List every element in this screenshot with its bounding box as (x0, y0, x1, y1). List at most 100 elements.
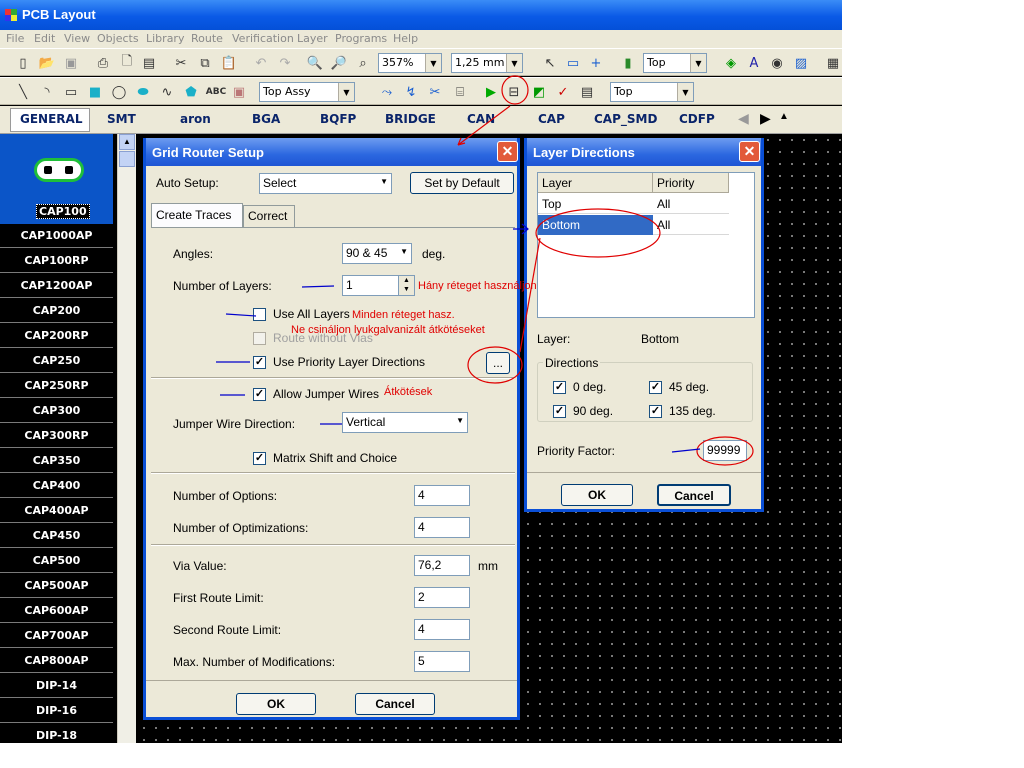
tab-scroll-left-icon[interactable]: ◀ (738, 110, 749, 127)
dir-45-checkbox[interactable]: ✓ (649, 381, 662, 394)
unroute-icon[interactable]: ✂ (426, 83, 444, 101)
dir-90-checkbox[interactable]: ✓ (553, 405, 566, 418)
options-field[interactable]: 4 (414, 485, 470, 506)
close-icon[interactable]: ✕ (739, 141, 760, 162)
component-list-item[interactable]: CAP450 (0, 524, 113, 548)
run-icon[interactable]: ▶ (482, 83, 500, 101)
filled-rectangle-icon[interactable]: ■ (86, 83, 104, 101)
via-icon[interactable]: ◉ (768, 54, 786, 72)
component-list-item[interactable]: CAP200RP (0, 324, 113, 348)
tab-can[interactable]: CAN (467, 112, 495, 126)
tab-scroll-right-icon[interactable]: ▶ (760, 110, 771, 127)
ok-button[interactable]: OK (236, 693, 316, 715)
component-list-item[interactable]: CAP500 (0, 549, 113, 573)
component-list-item[interactable]: CAP200 (0, 299, 113, 323)
erc-icon[interactable]: ▤ (578, 83, 596, 101)
set-default-button[interactable]: Set by Default (410, 172, 514, 194)
component-list-item[interactable]: CAP300RP (0, 424, 113, 448)
use-all-layers-checkbox[interactable] (253, 308, 266, 321)
tab-cap-smd[interactable]: CAP_SMD (594, 112, 657, 126)
matrix-shift-checkbox[interactable]: ✓ (253, 452, 266, 465)
table-row[interactable]: Top All (538, 194, 729, 214)
tab-general[interactable]: GENERAL (20, 112, 82, 126)
text-a-icon[interactable]: A (745, 54, 763, 72)
text-tool-icon[interactable]: ABC (205, 83, 227, 101)
tab-aron[interactable]: aron (180, 112, 211, 126)
menu-library[interactable]: Library (146, 32, 184, 45)
menu-edit[interactable]: Edit (34, 32, 55, 45)
menu-help[interactable]: Help (393, 32, 418, 45)
fill-icon[interactable]: ▨ (792, 54, 810, 72)
polygon-icon[interactable]: ⬟ (182, 83, 200, 101)
zoom-out-icon[interactable]: 🔎 (330, 54, 348, 72)
trace-icon[interactable]: ⤳ (378, 83, 396, 101)
component-list-item[interactable]: DIP-18 (0, 724, 113, 743)
cancel-button[interactable]: Cancel (657, 484, 731, 506)
paste-icon[interactable]: 📋 (220, 54, 238, 72)
rectangle-icon[interactable]: ▭ (62, 83, 80, 101)
optimizations-field[interactable]: 4 (414, 517, 470, 538)
undo-icon[interactable]: ↶ (252, 54, 270, 72)
crosshair-icon[interactable]: + (587, 54, 605, 72)
layer2-combo[interactable]: Top ▼ (610, 82, 694, 102)
ellipse-icon[interactable]: ◯ (110, 83, 128, 101)
component-list-item[interactable]: CAP400 (0, 474, 113, 498)
via-value-field[interactable]: 76,2 (414, 555, 470, 576)
menu-programs[interactable]: Programs (335, 32, 387, 45)
tab-cdfp[interactable]: CDFP (679, 112, 715, 126)
component-list-item[interactable]: DIP-16 (0, 699, 113, 723)
component-list-item[interactable]: CAP250RP (0, 374, 113, 398)
col-layer-header[interactable]: Layer (538, 173, 653, 193)
zoom-in-icon[interactable]: 🔍 (306, 54, 324, 72)
menu-file[interactable]: File (6, 32, 24, 45)
component-list-item[interactable]: CAP250 (0, 349, 113, 373)
save-icon[interactable]: ▣ (62, 54, 80, 72)
line-icon[interactable]: ╲ (14, 83, 32, 101)
component-scrollbar[interactable]: ▲ (117, 134, 136, 743)
open-folder-icon[interactable]: 📂 (38, 54, 56, 72)
jumper-direction-select[interactable]: Vertical ▼ (342, 412, 468, 433)
zoom-combo[interactable]: 357% ▼ (378, 53, 442, 73)
component-list-item[interactable]: CAP600AP (0, 599, 113, 623)
scroll-up-icon[interactable]: ▲ (119, 134, 135, 150)
grid-router-icon[interactable]: ⊟ (505, 83, 523, 101)
component-list-item[interactable]: CAP1000AP (0, 224, 113, 248)
tab-bqfp[interactable]: BQFP (320, 112, 356, 126)
redo-icon[interactable]: ↷ (276, 54, 294, 72)
component-list-item[interactable]: CAP350 (0, 449, 113, 473)
pad-icon[interactable]: ◈ (722, 54, 740, 72)
picture-icon[interactable]: ▣ (230, 83, 248, 101)
layer-combo[interactable]: Top ▼ (643, 53, 707, 73)
use-priority-checkbox[interactable]: ✓ (253, 356, 266, 369)
selected-component[interactable]: CAP100 (36, 204, 90, 219)
grid-icon[interactable]: ▦ (824, 54, 842, 72)
angles-select[interactable]: 90 & 45 ▼ (342, 243, 412, 264)
cut-icon[interactable]: ✂ (172, 54, 190, 72)
first-route-field[interactable]: 2 (414, 587, 470, 608)
new-file-icon[interactable]: ▯ (14, 54, 32, 72)
allow-jumper-checkbox[interactable]: ✓ (253, 388, 266, 401)
router-setup-icon[interactable]: ⌸ (451, 83, 469, 101)
tab-scroll-up-icon[interactable]: ▲ (779, 111, 789, 122)
tab-smt[interactable]: SMT (107, 112, 136, 126)
component-list-item[interactable]: CAP1200AP (0, 274, 113, 298)
dir-0-checkbox[interactable]: ✓ (553, 381, 566, 394)
filled-ellipse-icon[interactable]: ⬬ (134, 83, 152, 101)
menu-verification[interactable]: Verification (232, 32, 294, 45)
grid-combo[interactable]: 1,25 mm ▼ (451, 53, 523, 73)
cancel-button[interactable]: Cancel (355, 693, 435, 715)
second-route-field[interactable]: 4 (414, 619, 470, 640)
ok-button[interactable]: OK (561, 484, 633, 506)
component-list-item[interactable]: CAP800AP (0, 649, 113, 673)
scroll-thumb[interactable] (119, 151, 135, 167)
component-list-item[interactable]: CAP500AP (0, 574, 113, 598)
tab-bridge[interactable]: BRIDGE (385, 112, 436, 126)
priority-factor-field[interactable]: 99999 (703, 440, 747, 461)
route-without-vias-checkbox[interactable] (253, 332, 266, 345)
chip-icon[interactable]: ▮ (619, 54, 637, 72)
menu-route[interactable]: Route (191, 32, 223, 45)
col-priority-header[interactable]: Priority (653, 173, 729, 193)
component-list-item[interactable]: CAP700AP (0, 624, 113, 648)
close-icon[interactable]: ✕ (497, 141, 518, 162)
spinner-arrows-icon[interactable]: ▲ ▼ (398, 275, 415, 296)
